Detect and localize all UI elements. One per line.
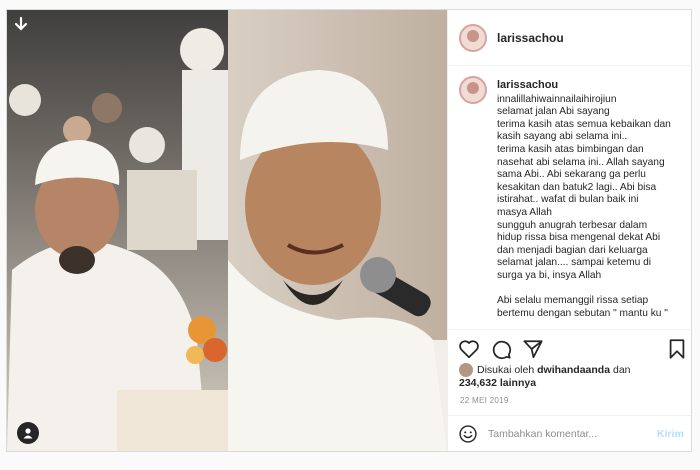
post-media[interactable] [7,10,447,451]
caption-line: terima kasih atas bimbingan dan [497,143,644,155]
heart-icon[interactable] [458,338,480,360]
liker-avatar [459,363,473,377]
post-comment-button[interactable]: Kirim [657,428,684,440]
liked-by-user[interactable]: dwihandaanda [537,364,610,376]
caption-line: Abi selalu memanggil rissa setiap [497,295,649,307]
caption-line: dan menjadi bagian dari keluarga [497,244,648,256]
caption-line: terima kasih atas semua kebaikan dan [497,118,671,130]
caption-line: nasehat abi selama ini.. Allah sayang [497,156,665,168]
post-header: larissachou [448,10,691,66]
action-bar [448,329,691,360]
user-tag-icon[interactable] [17,422,39,444]
caption-section: larissachou innalillahiwainnailaihirojiu… [459,74,683,328]
comment-bar: Kirim [448,415,691,451]
caption-line: sama Abi.. Abi sekarang ga perlu [497,169,646,181]
caption-line: bertemu dengan sebutan " mantu ku " [497,307,668,319]
instagram-post: larissachou larissachou innalillahiwainn… [6,9,692,452]
caption-line: masya Allah [497,206,552,218]
caption-username[interactable]: larissachou [497,79,683,92]
caption-text: larissachou innalillahiwainnailaihirojiu… [497,74,683,328]
caption-line: selamat jalan.... sampai ketemu di [497,257,652,269]
comment-input[interactable] [488,424,638,444]
photo-left [7,10,228,451]
caption-line: kesakitan dan batuk2 lagi.. Abi bisa [497,181,657,193]
caption-line: hidup rissa bisa mengenal dekat Abi [497,232,661,244]
likes-section: Disukai oleh dwihandaanda dan 234,632 la… [459,363,684,390]
caption-gap [497,283,683,296]
emoji-icon[interactable] [458,424,478,444]
photo-right [228,10,447,451]
caption-avatar[interactable] [459,76,487,104]
author-avatar[interactable] [459,23,487,52]
carousel-arrow-icon [14,16,28,31]
bookmark-icon[interactable] [666,338,688,360]
post-sidebar: larissachou larissachou innalillahiwainn… [447,10,691,451]
author-username[interactable]: larissachou [497,31,564,45]
comment-icon[interactable] [490,338,512,360]
caption-line: surga ya bi, insya Allah [497,269,602,281]
caption-line: innalillahiwainnailaihirojiun [497,93,617,105]
likes-count[interactable]: 234,632 lainnya [459,377,536,389]
post-date[interactable]: 22 MEI 2019 [460,396,509,405]
likes-prefix: Disukai oleh [477,363,535,376]
likes-connector: dan [612,363,631,376]
caption-line: kasih sayang abi selama ini.. [497,131,628,143]
share-icon[interactable] [522,338,544,360]
caption-line: selamat jalan Abi sayang [497,106,610,118]
caption-line: sungguh anugrah terbesar dalam [497,219,648,231]
caption-line: istirahat.. wafat di bulan baik ini [497,194,639,206]
